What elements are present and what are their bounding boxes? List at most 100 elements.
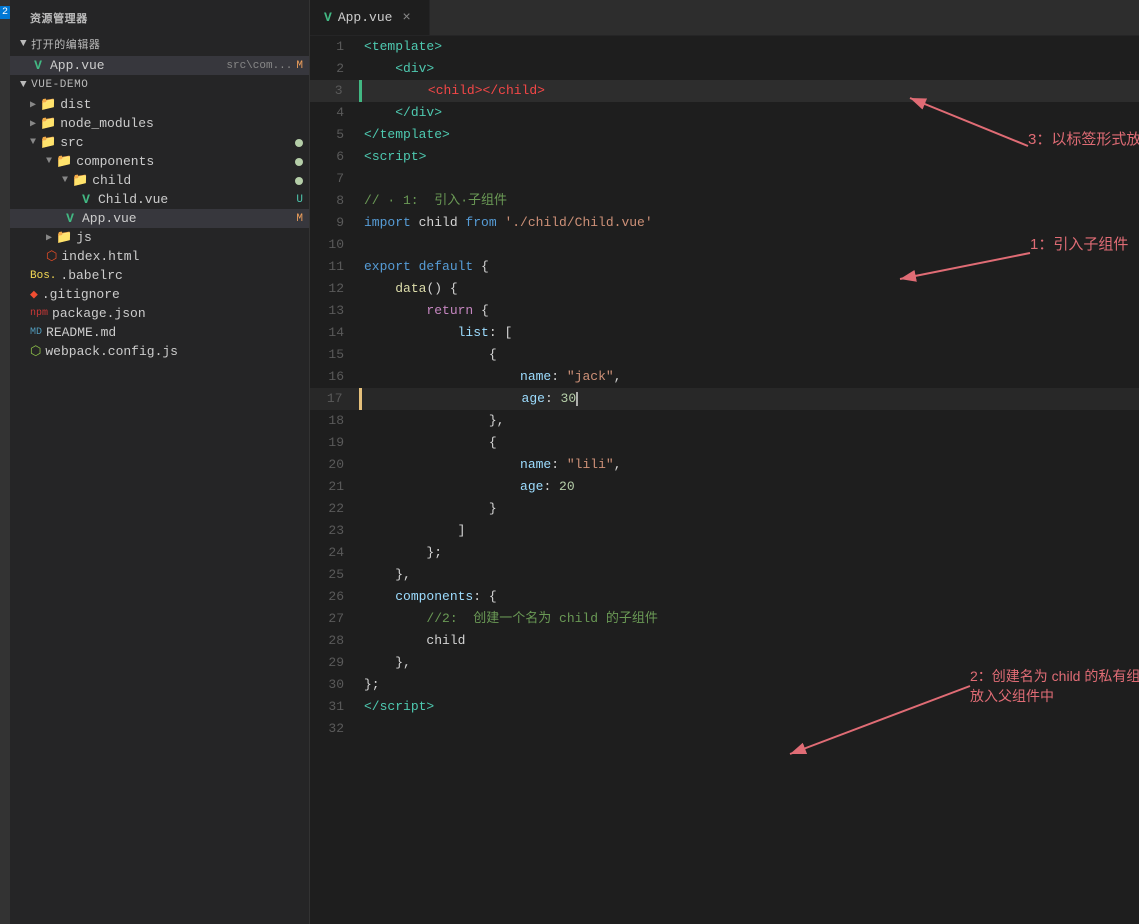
line-content[interactable]: </script> <box>360 696 1139 718</box>
line-content[interactable]: }; <box>360 674 1139 696</box>
line-content[interactable] <box>360 234 1139 256</box>
line-content[interactable]: <template> <box>360 36 1139 58</box>
line-number: 9 <box>310 212 360 234</box>
line-number: 16 <box>310 366 360 388</box>
line-content[interactable]: //2: 创建一个名为 child 的子组件 <box>360 608 1139 630</box>
line-content[interactable]: }; <box>360 542 1139 564</box>
tree-item-label: js <box>76 230 309 245</box>
tree-package-json[interactable]: npm package.json <box>10 304 309 323</box>
table-row: 23 ] <box>310 520 1139 542</box>
token: { <box>364 347 497 362</box>
sidebar-title: 资源管理器 <box>10 0 309 32</box>
token: './child/Child.vue' <box>504 215 652 230</box>
tree-app-vue[interactable]: V App.vue M <box>10 209 309 228</box>
tree-readme[interactable]: MD README.md <box>10 323 309 342</box>
line-content[interactable]: age: 20 <box>360 476 1139 498</box>
folder-icon: 📁 <box>56 230 72 245</box>
token: > <box>434 105 442 120</box>
line-number: 25 <box>310 564 360 586</box>
table-row: 11export default { <box>310 256 1139 278</box>
line-content[interactable]: name: "lili", <box>360 454 1139 476</box>
table-row: 14 list: [ <box>310 322 1139 344</box>
token: default <box>419 259 474 274</box>
line-content[interactable]: { <box>360 344 1139 366</box>
tree-dist[interactable]: ▶ 📁 dist <box>10 95 309 114</box>
tab-close-button[interactable]: × <box>402 10 410 26</box>
tree-webpack[interactable]: ⬡ webpack.config.js <box>10 342 309 361</box>
sidebar: 资源管理器 ▼ 打开的编辑器 V App.vue src\com... M ▼ … <box>10 0 310 924</box>
tree-gitignore[interactable]: ◆ .gitignore <box>10 285 309 304</box>
tree-babelrc[interactable]: Bos. .babelrc <box>10 266 309 285</box>
folder-icon: 📁 <box>40 116 56 131</box>
tree-node-modules[interactable]: ▶ 📁 node_modules <box>10 114 309 133</box>
line-content[interactable]: components: { <box>360 586 1139 608</box>
line-content[interactable]: }, <box>360 652 1139 674</box>
activity-bar: 2 <box>0 0 10 924</box>
token: age <box>520 479 543 494</box>
tab-bar: V App.vue × <box>310 0 1139 36</box>
vue-demo-label: VUE-DEMO <box>31 79 88 91</box>
line-content[interactable]: </div> <box>360 102 1139 124</box>
line-content[interactable]: <div> <box>360 58 1139 80</box>
token: }; <box>364 545 442 560</box>
line-content[interactable]: <script> <box>360 146 1139 168</box>
open-editor-appvue[interactable]: V App.vue src\com... M <box>10 56 309 75</box>
tab-appvue[interactable]: V App.vue × <box>310 0 430 35</box>
line-number: 11 <box>310 256 360 278</box>
token <box>364 589 395 604</box>
line-content[interactable]: } <box>360 498 1139 520</box>
token: 20 <box>559 479 575 494</box>
line-content[interactable]: <child></child> <box>360 80 1139 102</box>
line-content[interactable] <box>360 718 1139 740</box>
line-content[interactable]: age: 30 <box>360 388 1139 410</box>
token: > <box>442 127 450 142</box>
token: import <box>364 215 419 230</box>
arrow-right-icon: ▶ <box>30 99 36 111</box>
token: > <box>434 39 442 54</box>
code-editor[interactable]: 1<template>2 <div>3 <child></child>4 </d… <box>310 36 1139 924</box>
table-row: 28 child <box>310 630 1139 652</box>
line-content[interactable]: child <box>360 630 1139 652</box>
line-content[interactable]: </template> <box>360 124 1139 146</box>
arrow-down-icon: ▼ <box>46 156 52 167</box>
table-row: 29 }, <box>310 652 1139 674</box>
modified-dot <box>295 139 303 147</box>
line-number: 1 <box>310 36 360 58</box>
open-editors-header[interactable]: ▼ 打开的编辑器 <box>10 32 309 56</box>
token: export <box>364 259 419 274</box>
line-content[interactable] <box>360 168 1139 190</box>
tree-index-html[interactable]: ⬡ index.html <box>10 247 309 266</box>
line-content[interactable]: list: [ <box>360 322 1139 344</box>
line-content[interactable]: ] <box>360 520 1139 542</box>
vue-demo-header[interactable]: ▼ VUE-DEMO <box>10 75 309 95</box>
table-row: 13 return { <box>310 300 1139 322</box>
line-content[interactable]: data() { <box>360 278 1139 300</box>
token: > <box>426 61 434 76</box>
token: template <box>372 39 434 54</box>
tree-child-vue[interactable]: V Child.vue U <box>10 190 309 209</box>
table-row: 12 data() { <box>310 278 1139 300</box>
token: , <box>614 457 622 472</box>
line-content[interactable]: name: "jack", <box>360 366 1139 388</box>
tree-item-label: README.md <box>46 325 309 340</box>
token <box>364 369 520 384</box>
token <box>364 479 520 494</box>
tree-js[interactable]: ▶ 📁 js <box>10 228 309 247</box>
line-number: 13 <box>310 300 360 322</box>
line-content[interactable]: // · 1: 引入·子组件 <box>360 190 1139 212</box>
line-content[interactable]: export default { <box>360 256 1139 278</box>
line-content[interactable]: }, <box>360 564 1139 586</box>
line-content[interactable]: }, <box>360 410 1139 432</box>
tab-vue-icon: V <box>324 10 332 25</box>
tree-src[interactable]: ▼ 📁 src <box>10 133 309 152</box>
tree-child-folder[interactable]: ▼ 📁 child <box>10 171 309 190</box>
token: child <box>419 215 458 230</box>
tree-components[interactable]: ▼ 📁 components <box>10 152 309 171</box>
tree-item-label: dist <box>60 97 309 112</box>
table-row: 5</template> <box>310 124 1139 146</box>
line-content[interactable]: { <box>360 432 1139 454</box>
line-content[interactable]: import child from './child/Child.vue' <box>360 212 1139 234</box>
table-row: 21 age: 20 <box>310 476 1139 498</box>
token: }, <box>364 655 411 670</box>
line-content[interactable]: return { <box>360 300 1139 322</box>
